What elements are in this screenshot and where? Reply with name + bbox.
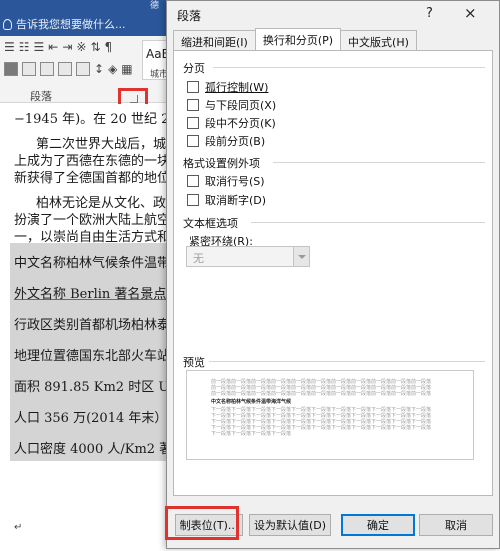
keep-with-next-label: 与下段同页(X) bbox=[205, 99, 277, 112]
keep-with-next-checkbox[interactable]: 与下段同页(X) bbox=[187, 97, 276, 113]
align-left-icon[interactable] bbox=[4, 62, 18, 76]
tab-line-page-breaks[interactable]: 换行和分页(P) bbox=[254, 28, 342, 50]
chinese-layout-icon[interactable]: ※ bbox=[76, 40, 86, 54]
ribbon-paragraph-row-2: ↕ ◈ ▦ bbox=[4, 62, 133, 76]
doc-paragraph: 新获得了全德国首都的地位， bbox=[14, 171, 184, 186]
dialog-tabs: 缩进和间距(I) 换行和分页(P) 中文版式(H) bbox=[173, 28, 417, 50]
dialog-launcher-icon bbox=[130, 95, 138, 103]
tabs-button-highlight bbox=[165, 506, 239, 540]
checkbox-box[interactable] bbox=[187, 194, 199, 206]
ok-button[interactable]: 确定 bbox=[341, 514, 415, 536]
tab-indents-spacing[interactable]: 缩进和间距(I) bbox=[173, 30, 256, 50]
textbox-options-label: 文本框选项 bbox=[183, 217, 238, 230]
align-center-icon[interactable] bbox=[22, 62, 36, 76]
keep-lines-together-label: 段中不分页(K) bbox=[205, 117, 276, 130]
paragraph-mark-icon: ↵ bbox=[14, 522, 23, 533]
checkbox-box[interactable] bbox=[187, 135, 199, 147]
textbox-options-rule bbox=[251, 222, 485, 223]
numbering-icon[interactable]: ☷ bbox=[19, 40, 30, 54]
doc-paragraph: 一，以崇尚自由生活方式和现 bbox=[14, 230, 184, 245]
preview-line: 下一段落下一段落下一段落下一段落 bbox=[211, 431, 292, 437]
chevron-down-icon bbox=[293, 247, 309, 266]
info-row: 行政区类别首都机场柏林泰格 bbox=[14, 318, 184, 333]
info-row: 中文名称柏林气候条件温带大 bbox=[14, 256, 184, 271]
tab-asian-typography[interactable]: 中文版式(H) bbox=[340, 30, 417, 50]
pagination-label: 分页 bbox=[183, 62, 205, 75]
close-button[interactable]: × bbox=[464, 4, 477, 22]
preview-box: 前一段落前一段落前一段落前一段落前一段落前一段落前一段落前一段落前一段落前一段落… bbox=[186, 370, 474, 460]
info-row: 地理位置德国东北部火车站柏 bbox=[14, 349, 184, 364]
checkbox-box[interactable] bbox=[187, 175, 199, 187]
sort-icon[interactable]: ⇅ bbox=[90, 40, 100, 54]
distributed-icon[interactable] bbox=[76, 62, 90, 76]
suppress-line-numbers-label: 取消行号(S) bbox=[205, 175, 265, 188]
align-right-icon[interactable] bbox=[40, 62, 54, 76]
lightbulb-icon bbox=[3, 18, 12, 30]
increase-indent-icon[interactable]: ⇥ bbox=[62, 40, 72, 54]
page-break-before-checkbox[interactable]: 段前分页(B) bbox=[187, 133, 265, 149]
justify-icon[interactable] bbox=[58, 62, 72, 76]
format-exceptions-label: 格式设置例外项 bbox=[183, 157, 260, 170]
keep-lines-together-checkbox[interactable]: 段中不分页(K) bbox=[187, 115, 276, 131]
page-break-before-label: 段前分页(B) bbox=[205, 135, 266, 148]
checkbox-box[interactable] bbox=[187, 117, 199, 129]
bullets-icon[interactable]: ☰ bbox=[4, 40, 15, 54]
ribbon-paragraph-row-1: ☰ ☷ ☰ ⇤ ⇥ ※ ⇅ ¶ bbox=[4, 40, 112, 54]
format-exceptions-rule bbox=[273, 162, 485, 163]
tell-me-text: 告诉我您想要做什么... bbox=[16, 18, 126, 31]
shading-icon[interactable]: ◈ bbox=[108, 62, 117, 76]
borders-icon[interactable]: ▦ bbox=[121, 62, 132, 76]
suppress-line-numbers-checkbox[interactable]: 取消行号(S) bbox=[187, 173, 265, 189]
cancel-button[interactable]: 取消 bbox=[419, 514, 493, 536]
preview-current-paragraph: 中文名称柏林气候条件温带海洋气候 bbox=[211, 399, 292, 405]
set-as-default-button[interactable]: 设为默认值(D) bbox=[249, 514, 331, 536]
dont-hyphenate-checkbox[interactable]: 取消断字(D) bbox=[187, 192, 266, 208]
dont-hyphenate-label: 取消断字(D) bbox=[205, 194, 267, 207]
help-button[interactable]: ? bbox=[426, 6, 433, 21]
paragraph-dialog: 段落 ? × 缩进和间距(I) 换行和分页(P) 中文版式(H) 分页 孤行控制… bbox=[166, 0, 500, 549]
tight-wrap-value: 无 bbox=[193, 252, 204, 265]
line-spacing-icon[interactable]: ↕ bbox=[94, 62, 104, 76]
preview-line: 前一段落前一段落前一段落前一段落前一段落前一段落前一段落前一段落前一段落前一段落… bbox=[211, 391, 432, 397]
paragraph-group-label: 段落 bbox=[30, 90, 52, 103]
pagination-rule bbox=[213, 67, 485, 68]
show-marks-icon[interactable]: ¶ bbox=[105, 40, 113, 54]
tight-wrap-select[interactable]: 无 bbox=[186, 246, 310, 267]
preview-rule bbox=[209, 361, 485, 362]
checkbox-box[interactable] bbox=[187, 99, 199, 111]
word-title: 德 bbox=[150, 1, 160, 11]
tell-me-search[interactable]: 告诉我您想要做什么... bbox=[3, 16, 126, 32]
widow-control-label: 孤行控制(W) bbox=[205, 81, 269, 94]
multilevel-list-icon[interactable]: ☰ bbox=[34, 40, 45, 54]
dialog-title: 段落 bbox=[177, 9, 202, 23]
decrease-indent-icon[interactable]: ⇤ bbox=[48, 40, 58, 54]
widow-control-checkbox[interactable]: 孤行控制(W) bbox=[187, 79, 268, 95]
preview-label: 预览 bbox=[183, 356, 205, 369]
checkbox-box[interactable] bbox=[187, 81, 199, 93]
